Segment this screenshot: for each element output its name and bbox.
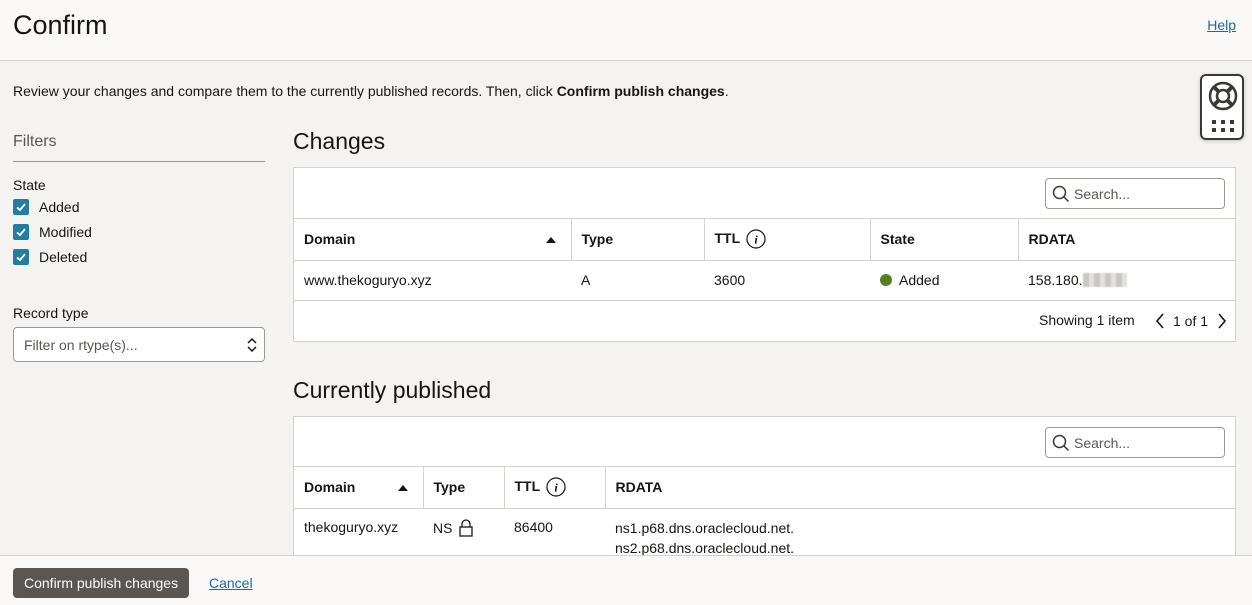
checkbox-checked-icon[interactable] xyxy=(13,248,29,265)
record-type-value: NS xyxy=(433,519,453,536)
state-checkbox-added[interactable]: Added xyxy=(13,194,265,219)
column-header-rdata[interactable]: RDATA xyxy=(1018,219,1235,261)
state-checkbox-label: Added xyxy=(39,198,80,215)
column-header-rdata[interactable]: RDATA xyxy=(605,467,1235,509)
page-title: Confirm xyxy=(13,10,108,40)
chevron-left-icon[interactable] xyxy=(1154,312,1166,330)
column-label: Domain xyxy=(304,479,356,496)
state-filter-label: State xyxy=(13,177,46,193)
column-header-type[interactable]: Type xyxy=(571,219,705,261)
updown-chevron-icon xyxy=(247,337,257,353)
checkbox-checked-icon[interactable] xyxy=(13,223,29,240)
column-header-ttl[interactable]: TTL i xyxy=(704,219,871,261)
column-header-type[interactable]: Type xyxy=(423,467,505,509)
lifebuoy-icon xyxy=(1208,81,1238,111)
column-header-domain[interactable]: Domain xyxy=(294,219,572,261)
support-widget[interactable] xyxy=(1200,74,1244,140)
page-header: Confirm Help xyxy=(0,0,1252,61)
column-label: TTL xyxy=(514,478,541,495)
cell-type: NS xyxy=(423,508,504,556)
search-icon xyxy=(1052,185,1070,203)
filters-panel: Filters State Added Modified Deleted Rec… xyxy=(13,133,265,362)
published-table-card: Domain Type TTL i RDATA thekoguryo.xyz NS… xyxy=(293,416,1236,556)
apps-grid-icon xyxy=(1212,120,1234,132)
cancel-link[interactable]: Cancel xyxy=(209,575,253,591)
pagination-count: Showing 1 item xyxy=(1039,311,1135,328)
pagination-position: 1 of 1 xyxy=(1173,312,1209,329)
status-label: Added xyxy=(899,272,940,288)
changes-search-input[interactable] xyxy=(1074,184,1219,204)
filters-title: Filters xyxy=(13,133,265,162)
state-checkbox-modified[interactable]: Modified xyxy=(13,219,265,244)
table-row[interactable]: thekoguryo.xyz NS 86400 ns1.p68.dns.orac… xyxy=(294,508,1235,556)
column-label: State xyxy=(880,231,915,248)
search-icon xyxy=(1052,434,1070,452)
published-toolbar xyxy=(294,417,1235,467)
column-header-state[interactable]: State xyxy=(870,219,1019,261)
intro-text-bold: Confirm publish changes xyxy=(556,83,725,99)
column-label: Type xyxy=(433,479,466,496)
published-table: Domain Type TTL i RDATA thekoguryo.xyz NS… xyxy=(294,467,1235,556)
status-dot-icon xyxy=(880,274,892,286)
column-label: Type xyxy=(581,231,614,248)
published-title: Currently published xyxy=(293,377,492,403)
intro-text: Review your changes and compare them to … xyxy=(13,83,729,99)
changes-pagination: Showing 1 item 1 of 1 xyxy=(294,301,1235,341)
chevron-right-icon[interactable] xyxy=(1216,312,1228,330)
sort-ascending-icon[interactable] xyxy=(545,237,556,243)
published-search-input[interactable] xyxy=(1074,433,1219,453)
state-checkbox-label: Modified xyxy=(39,223,92,240)
rdata-value: 158.180. xyxy=(1028,272,1083,288)
changes-title: Changes xyxy=(293,128,386,154)
cell-state: Added xyxy=(870,260,1018,301)
intro-text-after: . xyxy=(724,83,729,99)
sort-ascending-icon[interactable] xyxy=(397,485,408,491)
column-label: RDATA xyxy=(1028,231,1076,248)
rdata-line: ns1.p68.dns.oraclecloud.net. xyxy=(615,519,795,536)
svg-text:i: i xyxy=(754,233,758,247)
record-type-label: Record type xyxy=(13,305,89,321)
published-search[interactable] xyxy=(1045,427,1225,458)
confirm-publish-button[interactable]: Confirm publish changes xyxy=(13,568,190,598)
record-type-placeholder: Filter on rtype(s)... xyxy=(24,337,138,353)
cell-rdata: 158.180. xyxy=(1018,260,1235,301)
lock-icon xyxy=(459,518,474,537)
record-type-select[interactable]: Filter on rtype(s)... xyxy=(13,327,265,362)
rdata-line: ns2.p68.dns.oraclecloud.net. xyxy=(615,539,795,556)
cell-domain: thekoguryo.xyz xyxy=(304,518,399,535)
cell-domain: www.thekoguryo.xyz xyxy=(294,260,571,301)
state-checkbox-deleted[interactable]: Deleted xyxy=(13,244,265,269)
svg-text:i: i xyxy=(554,481,558,495)
info-icon[interactable]: i xyxy=(746,229,766,249)
cell-type: A xyxy=(571,260,704,301)
cell-ttl: 86400 xyxy=(514,518,553,535)
column-label: RDATA xyxy=(615,479,663,496)
changes-search[interactable] xyxy=(1045,178,1225,209)
intro-text-before: Review your changes and compare them to … xyxy=(13,83,557,99)
info-icon[interactable]: i xyxy=(546,477,566,497)
table-row[interactable]: www.thekoguryo.xyz A 3600 Added 158.180. xyxy=(294,260,1235,301)
checkbox-checked-icon[interactable] xyxy=(13,198,29,215)
column-header-ttl[interactable]: TTL i xyxy=(504,467,606,509)
column-header-domain[interactable]: Domain xyxy=(294,467,424,509)
changes-table: Domain Type TTL i State RDATA www.thekogu… xyxy=(294,219,1235,301)
changes-table-card: Domain Type TTL i State RDATA www.thekogu… xyxy=(293,167,1236,342)
changes-toolbar xyxy=(294,168,1235,219)
column-label: TTL xyxy=(714,230,741,247)
state-checkbox-label: Deleted xyxy=(39,248,88,265)
redacted-block xyxy=(1082,273,1127,287)
page-footer: Confirm publish changes Cancel xyxy=(0,555,1252,605)
cell-rdata: ns1.p68.dns.oraclecloud.net. ns2.p68.dns… xyxy=(605,508,1235,556)
cell-ttl: 3600 xyxy=(704,260,870,301)
help-link[interactable]: Help xyxy=(1207,17,1236,33)
column-label: Domain xyxy=(304,231,356,248)
